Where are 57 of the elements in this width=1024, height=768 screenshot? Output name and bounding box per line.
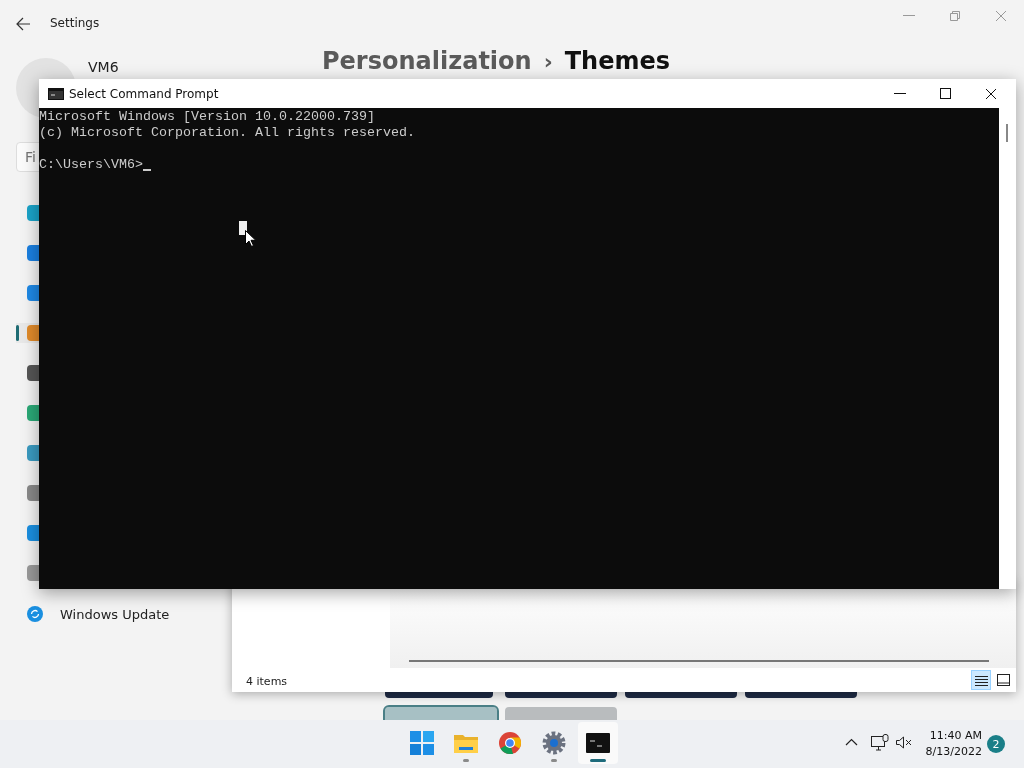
sidebar-icon xyxy=(27,205,39,221)
sidebar-icon xyxy=(27,285,39,301)
sidebar-item[interactable]: Windows Update xyxy=(27,604,174,624)
gear-icon xyxy=(542,731,566,755)
console-line: C:\Users\VM6> xyxy=(39,157,143,173)
update-icon xyxy=(27,606,43,622)
browser-icon xyxy=(498,731,522,755)
breadcrumb-link[interactable]: Personalization xyxy=(322,46,532,76)
windows-logo-icon xyxy=(410,731,434,755)
mouse-pointer-icon xyxy=(245,230,256,247)
text-cursor xyxy=(143,169,151,171)
clock-date[interactable]: 8/13/2022 xyxy=(925,744,982,760)
console-line: (c) Microsoft Corporation. All rights reserved. xyxy=(39,125,415,141)
sidebar-icon xyxy=(27,365,39,381)
selection-indicator xyxy=(16,325,19,341)
user-name: VM6 xyxy=(88,58,119,76)
restore-icon[interactable] xyxy=(949,10,961,22)
terminal-icon xyxy=(48,87,64,100)
theme-thumbnail[interactable] xyxy=(505,707,617,720)
console[interactable]: Microsoft Windows [Version 10.0.22000.739] (c) Microsoft Corporation. All rights reserved. C:\Users\VM6> xyxy=(39,108,999,589)
close-icon[interactable] xyxy=(985,87,997,100)
sidebar-item[interactable] xyxy=(16,323,39,343)
clock-time[interactable]: 11:40 AM xyxy=(929,728,982,744)
sidebar-icon xyxy=(27,405,39,421)
sidebar-icon xyxy=(27,325,39,341)
sidebar-icon xyxy=(27,445,39,461)
item-count: 4 items xyxy=(246,675,288,688)
muted-speaker-icon[interactable] xyxy=(896,736,913,749)
network-icon[interactable] xyxy=(871,734,889,751)
theme-thumbnail[interactable] xyxy=(745,692,857,698)
window-title: Settings xyxy=(50,16,100,30)
chevron-up-icon[interactable] xyxy=(845,738,858,746)
breadcrumb-separator: › xyxy=(543,48,553,76)
console-line: Microsoft Windows [Version 10.0.22000.739] xyxy=(39,109,375,125)
theme-thumbnail[interactable] xyxy=(385,692,493,698)
list-icon xyxy=(974,674,988,686)
page-title: Themes xyxy=(564,46,671,76)
sidebar-icon xyxy=(27,565,39,581)
details-view-button[interactable] xyxy=(971,670,991,690)
vertical-scrollbar[interactable] xyxy=(999,108,1016,589)
sidebar-icon xyxy=(27,485,39,501)
sidebar-icon xyxy=(27,245,39,261)
terminal-icon xyxy=(586,733,610,753)
maximize-icon[interactable] xyxy=(940,88,951,99)
notification-badge[interactable]: 2 xyxy=(987,735,1005,753)
horizontal-scrollbar[interactable] xyxy=(409,660,989,662)
minimize-icon[interactable] xyxy=(894,92,906,95)
theme-thumbnail[interactable] xyxy=(505,692,617,698)
back-arrow-icon[interactable] xyxy=(16,17,31,31)
cmd-taskbar-button[interactable] xyxy=(578,722,618,764)
selection-block xyxy=(239,221,247,235)
theme-thumbnail[interactable] xyxy=(385,707,497,720)
window-title: Select Command Prompt xyxy=(69,86,219,101)
sidebar-icon xyxy=(27,525,39,541)
folder-icon xyxy=(453,732,479,754)
theme-thumbnail[interactable] xyxy=(625,692,737,698)
preview-pane-icon xyxy=(996,674,1010,686)
